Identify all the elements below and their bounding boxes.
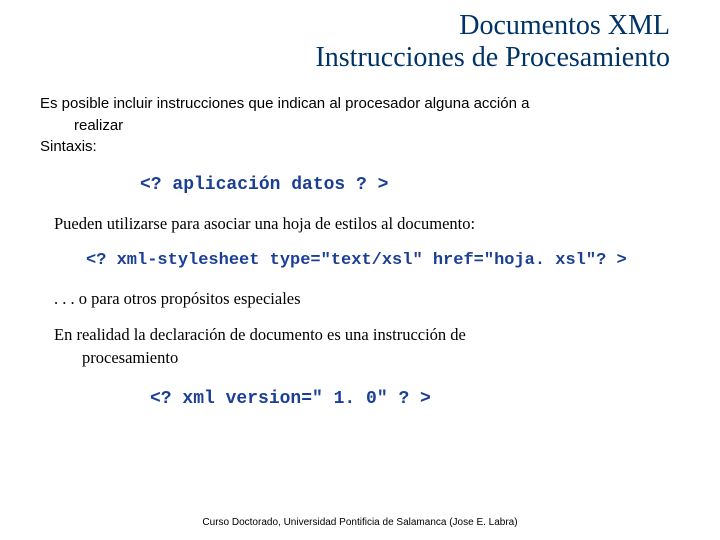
- other-purposes-note: . . . o para otros propósitos especiales: [54, 288, 680, 310]
- declaration-note: En realidad la declaración de documento …: [54, 324, 680, 369]
- syntax-label: Sintaxis:: [40, 137, 680, 157]
- slide-footer: Curso Doctorado, Universidad Pontificia …: [0, 517, 720, 528]
- declaration-note-line1: En realidad la declaración de documento …: [54, 325, 466, 344]
- title-line-2: Instrucciones de Procesamiento: [40, 42, 670, 74]
- stylesheet-note: Pueden utilizarse para asociar una hoja …: [54, 213, 680, 235]
- slide-title: Documentos XML Instrucciones de Procesam…: [40, 10, 680, 74]
- intro-line-1: Es posible incluir instrucciones que ind…: [40, 94, 680, 114]
- code-syntax: <? aplicación datos ? >: [140, 175, 680, 195]
- code-xml-version: <? xml version=" 1. 0" ? >: [150, 389, 680, 409]
- intro-line-2: realizar: [40, 116, 680, 136]
- code-stylesheet: <? xml-stylesheet type="text/xsl" href="…: [86, 251, 680, 270]
- declaration-note-line2: procesamiento: [82, 348, 178, 367]
- title-line-1: Documentos XML: [40, 10, 670, 42]
